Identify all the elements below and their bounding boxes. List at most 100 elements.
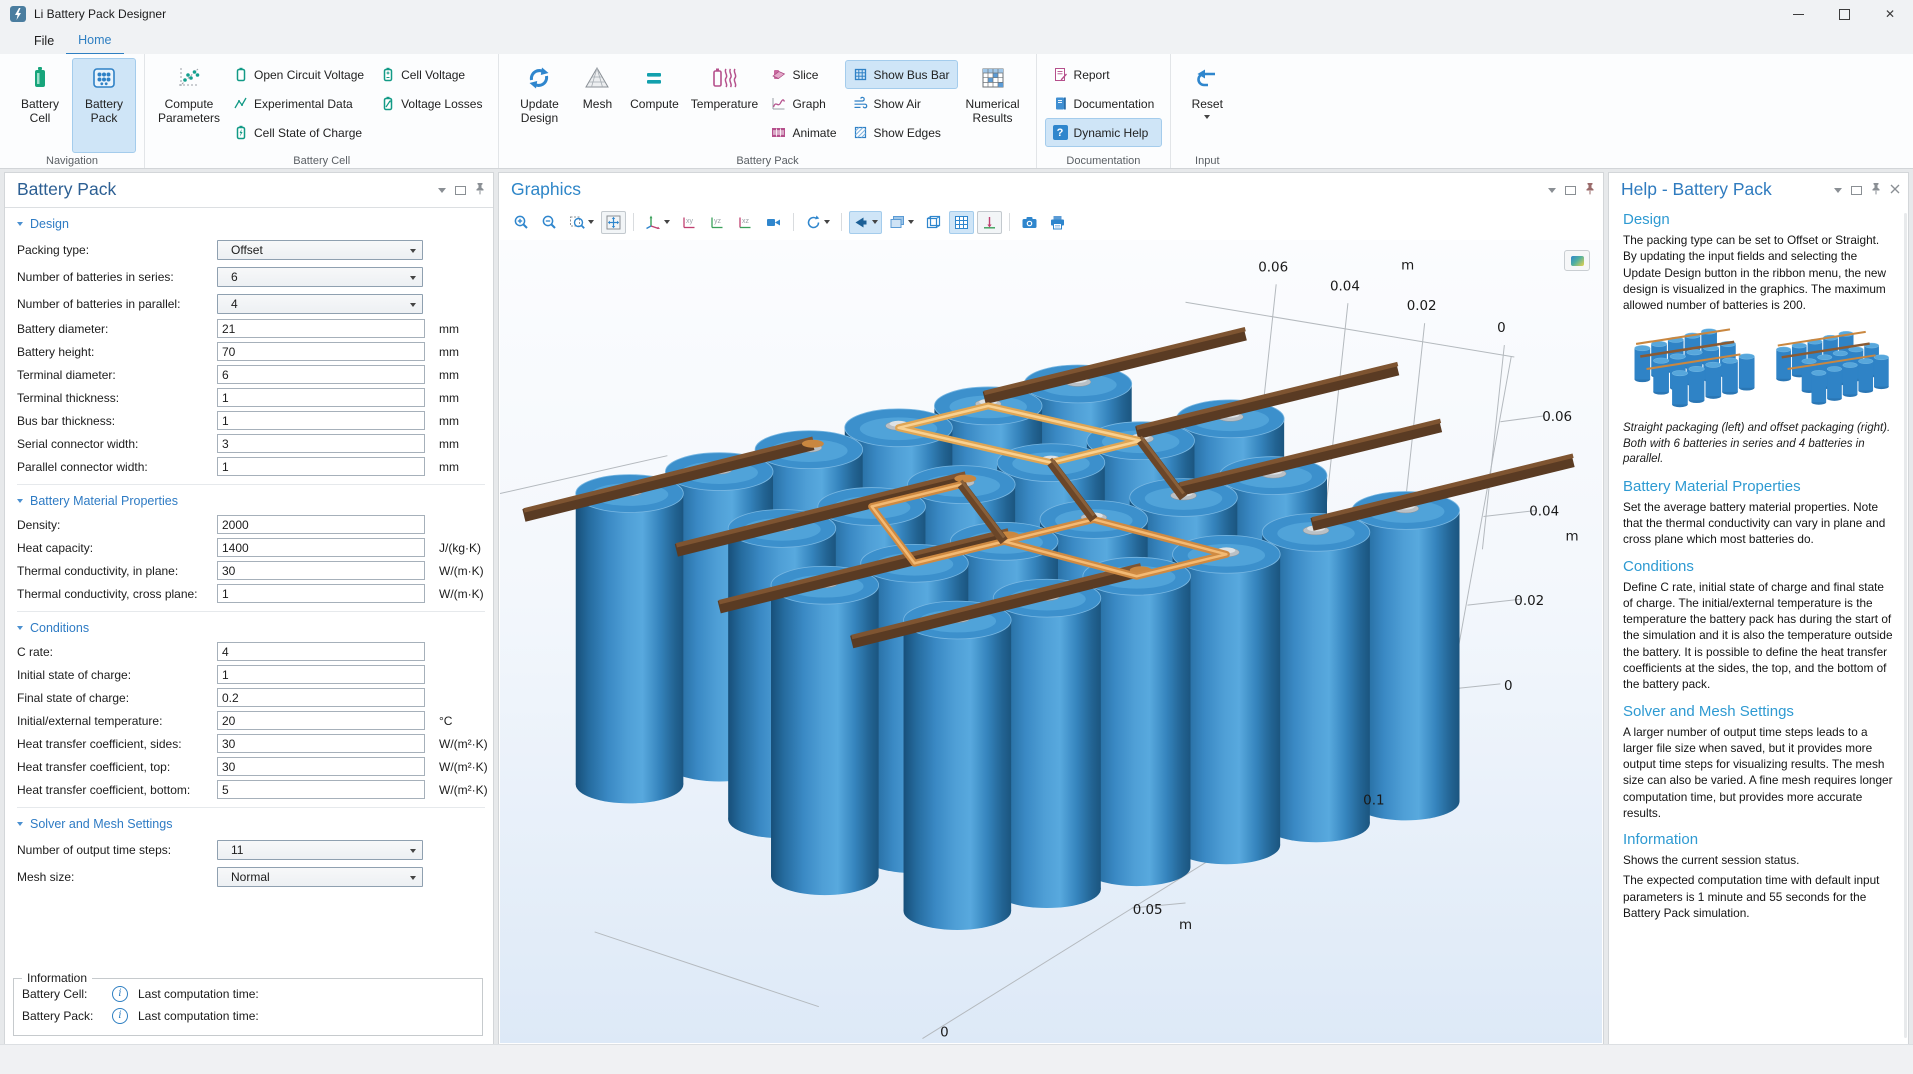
compute-parameters-button[interactable]: Compute Parameters: [153, 58, 225, 153]
straight-pack-image: [1623, 321, 1764, 417]
animate-button[interactable]: Animate: [763, 118, 844, 147]
mesh-size-select[interactable]: Normal: [217, 867, 423, 887]
default-view-button[interactable]: [641, 211, 674, 234]
slice-button[interactable]: Slice: [763, 60, 844, 89]
battery-pack-3d-view: 0.06 0.04 0.02 0 m 0.06 0.04 m 0.02 0 0.…: [500, 240, 1602, 1043]
update-design-button[interactable]: Update Design: [507, 58, 571, 153]
view-direction-button[interactable]: [977, 211, 1002, 234]
ribbon-group-battery-cell: Compute Parameters Open Circuit Voltage …: [145, 54, 499, 168]
view-menu-button[interactable]: [885, 211, 918, 234]
field-row: Initial/external temperature: °C: [17, 709, 485, 732]
view-xz-button[interactable]: xz: [733, 211, 758, 234]
thermal-conductivity-cross-plane-input[interactable]: [217, 584, 425, 603]
graphics-canvas[interactable]: 0.06 0.04 0.02 0 m 0.06 0.04 m 0.02 0 0.…: [500, 240, 1602, 1043]
show-air-button[interactable]: Show Air: [845, 89, 958, 118]
heat-transfer-bottom-input[interactable]: [217, 780, 425, 799]
section-material-header[interactable]: Battery Material Properties: [17, 489, 485, 513]
serial-connector-width-input[interactable]: [217, 434, 425, 453]
field-row: Number of batteries in series: 6: [17, 263, 485, 290]
terminal-diameter-input[interactable]: [217, 365, 425, 384]
panel-menu-icon[interactable]: [1548, 188, 1556, 193]
scene-light-button[interactable]: [849, 211, 882, 234]
reset-dropdown-icon[interactable]: [1204, 115, 1210, 119]
info-icon: i: [112, 1008, 128, 1024]
axis-unit-label: m: [1401, 258, 1414, 273]
close-icon[interactable]: [1890, 183, 1900, 197]
maximize-button[interactable]: [1821, 0, 1867, 28]
help-paragraph: A larger number of output time steps lea…: [1623, 724, 1895, 822]
zoom-extents-button[interactable]: [601, 211, 626, 234]
voltage-losses-button[interactable]: Voltage Losses: [372, 89, 490, 118]
batteries-in-parallel-select[interactable]: 4: [217, 294, 423, 314]
zoom-in-button[interactable]: [509, 211, 534, 234]
zoom-box-button[interactable]: [565, 211, 598, 234]
temperature-button[interactable]: Temperature: [685, 58, 763, 153]
bus-bar-thickness-input[interactable]: [217, 411, 425, 430]
terminal-thickness-input[interactable]: [217, 388, 425, 407]
numerical-results-button[interactable]: Numerical Results: [958, 58, 1028, 153]
batteries-in-series-select[interactable]: 6: [217, 267, 423, 287]
panel-float-icon[interactable]: [455, 186, 466, 195]
field-row: Heat capacity: J/(kg·K): [17, 536, 485, 559]
section-design-header[interactable]: Design: [17, 212, 485, 236]
rotate-button[interactable]: [801, 211, 834, 234]
info-icon: i: [112, 986, 128, 1002]
report-button[interactable]: Report: [1045, 60, 1163, 89]
battery-height-input[interactable]: [217, 342, 425, 361]
battery-diameter-input[interactable]: [217, 319, 425, 338]
minimize-button[interactable]: [1775, 0, 1821, 28]
menu-file[interactable]: File: [22, 28, 66, 54]
battery-pack-button[interactable]: Battery Pack: [72, 58, 136, 153]
cell-voltage-button[interactable]: Cell Voltage: [372, 60, 490, 89]
snapshot-button[interactable]: [1017, 211, 1042, 234]
grid-button[interactable]: [949, 211, 974, 234]
menu-home[interactable]: Home: [66, 27, 123, 55]
panel-menu-icon[interactable]: [1834, 188, 1842, 193]
cell-state-of-charge-button[interactable]: Cell State of Charge: [225, 118, 372, 147]
panel-float-icon[interactable]: [1851, 186, 1862, 195]
scrollbar[interactable]: [1904, 213, 1907, 1038]
final-state-of-charge-input[interactable]: [217, 688, 425, 707]
packing-type-select[interactable]: Offset: [217, 240, 423, 260]
initial-state-of-charge-input[interactable]: [217, 665, 425, 684]
view-xy-button[interactable]: xy: [677, 211, 702, 234]
dynamic-help-button[interactable]: ? Dynamic Help: [1045, 118, 1163, 147]
section-solver-header[interactable]: Solver and Mesh Settings: [17, 812, 485, 836]
parallel-connector-width-input[interactable]: [217, 457, 425, 476]
section-conditions-header[interactable]: Conditions: [17, 616, 485, 640]
plot-thumbnail-icon[interactable]: [1564, 250, 1590, 271]
panel-menu-icon[interactable]: [438, 188, 446, 193]
mesh-button[interactable]: Mesh: [571, 58, 623, 153]
panel-pin-icon[interactable]: [1585, 182, 1595, 198]
panel-pin-icon[interactable]: [475, 182, 485, 198]
perspective-icon: [765, 214, 782, 231]
open-circuit-voltage-button[interactable]: Open Circuit Voltage: [225, 60, 372, 89]
reset-button[interactable]: Reset: [1179, 58, 1235, 153]
view-yz-button[interactable]: yz: [705, 211, 730, 234]
graph-button[interactable]: Graph: [763, 89, 844, 118]
thermal-conductivity-in-plane-input[interactable]: [217, 561, 425, 580]
initial-external-temperature-input[interactable]: [217, 711, 425, 730]
heat-transfer-sides-input[interactable]: [217, 734, 425, 753]
field-row: Heat transfer coefficient, top: W/(m²·K): [17, 755, 485, 778]
heat-transfer-top-input[interactable]: [217, 757, 425, 776]
documentation-button[interactable]: Documentation: [1045, 89, 1163, 118]
perspective-button[interactable]: [761, 211, 786, 234]
c-rate-input[interactable]: [217, 642, 425, 661]
battery-cell-button[interactable]: Battery Cell: [8, 58, 72, 153]
compute-button[interactable]: Compute: [623, 58, 685, 153]
heat-capacity-input[interactable]: [217, 538, 425, 557]
zoom-out-button[interactable]: [537, 211, 562, 234]
print-button[interactable]: [1045, 211, 1070, 234]
close-button[interactable]: ✕: [1867, 0, 1913, 28]
output-time-steps-select[interactable]: 11: [217, 840, 423, 860]
axis-tick-label: 0: [1497, 321, 1506, 336]
panel-pin-icon[interactable]: [1871, 182, 1881, 198]
density-input[interactable]: [217, 515, 425, 534]
experimental-data-button[interactable]: Experimental Data: [225, 89, 372, 118]
ribbon-group-input: Reset Input: [1171, 54, 1243, 168]
panel-float-icon[interactable]: [1565, 186, 1576, 195]
show-edges-button[interactable]: Show Edges: [845, 118, 958, 147]
show-bus-bar-button[interactable]: Show Bus Bar: [845, 60, 958, 89]
bounding-box-button[interactable]: [921, 211, 946, 234]
